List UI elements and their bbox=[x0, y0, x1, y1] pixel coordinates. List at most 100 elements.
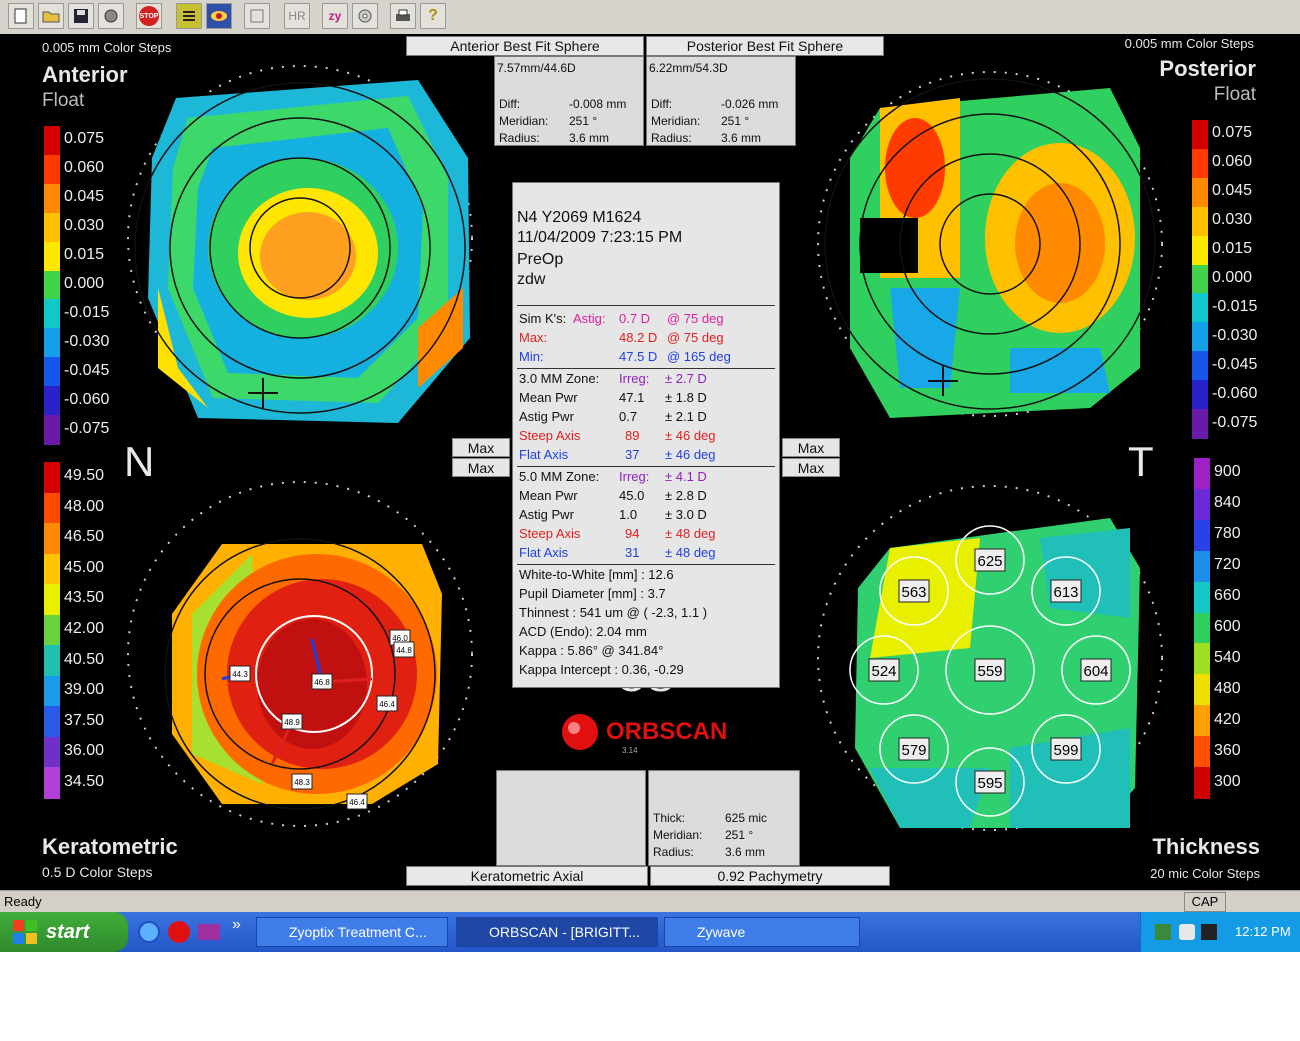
keratometric-scale-swatch bbox=[44, 645, 60, 677]
svg-text:625: 625 bbox=[977, 553, 1002, 570]
anterior-scale-tick: 0.060 bbox=[64, 159, 105, 177]
status-ready: Ready bbox=[4, 894, 42, 909]
anterior-scale-swatch bbox=[44, 357, 60, 388]
new-doc-icon[interactable] bbox=[8, 3, 34, 29]
svg-text:44.3: 44.3 bbox=[232, 670, 248, 679]
print-setup-icon[interactable] bbox=[98, 3, 124, 29]
keratometric-value-label: 44.3 bbox=[229, 665, 251, 682]
keratometric-scale-tick: 48.00 bbox=[64, 497, 105, 515]
zywave-quick-icon[interactable] bbox=[198, 924, 220, 940]
save-disk-icon[interactable] bbox=[68, 3, 94, 29]
anterior-scale-tick: 0.075 bbox=[64, 130, 105, 148]
posterior-scale-tick: 0.015 bbox=[1212, 240, 1253, 258]
anterior-scale-swatch bbox=[44, 299, 60, 330]
thick-radius-label: Radius: bbox=[653, 845, 694, 859]
posterior-scale-tick: -0.060 bbox=[1212, 384, 1258, 402]
thickness-scale-tick: 660 bbox=[1214, 587, 1241, 605]
keratometric-value-label: 46.4 bbox=[346, 793, 368, 810]
list-icon[interactable] bbox=[176, 3, 202, 29]
posterior-scale-swatch bbox=[1192, 264, 1208, 295]
thickness-scale-tick: 900 bbox=[1214, 463, 1241, 481]
anterior-scale-tick: -0.075 bbox=[64, 419, 110, 437]
thick-radius: 3.6 mm bbox=[725, 845, 766, 859]
pupil-diameter: Pupil Diameter [mm] : 3.7 bbox=[519, 586, 666, 601]
anterior-float-map[interactable] bbox=[118, 38, 484, 440]
svg-text:595: 595 bbox=[977, 775, 1002, 792]
status-bar: Ready CAP bbox=[0, 890, 1300, 913]
svg-text:559: 559 bbox=[977, 663, 1002, 680]
thickness-pachymetry-map[interactable]: 625 563 613 524 559 604 579 599 595 bbox=[810, 468, 1172, 848]
anterior-scale-tick: -0.015 bbox=[64, 303, 110, 321]
keratometric-value-label: 46.4 bbox=[376, 695, 398, 712]
open-folder-icon[interactable] bbox=[38, 3, 64, 29]
help-button[interactable]: ? bbox=[420, 3, 446, 29]
taskbar: start » Zyoptix Treatment C... ORBSCAN -… bbox=[0, 912, 1300, 952]
task-zywave[interactable]: Zywave bbox=[664, 917, 860, 947]
anterior-info-box: 7.57mm/44.6D Diff: -0.008 mm Meridian: 2… bbox=[494, 56, 644, 146]
toolbar: STOP HR zy ? bbox=[0, 0, 1300, 35]
quick-launch-chevron[interactable]: » bbox=[232, 916, 241, 934]
thickness-scale-tick: 840 bbox=[1214, 494, 1241, 512]
posterior-title: Posterior bbox=[1159, 56, 1256, 81]
network-icon[interactable] bbox=[1155, 924, 1171, 940]
start-button[interactable]: start bbox=[0, 912, 128, 952]
posterior-radius: 3.6 mm bbox=[721, 131, 762, 145]
system-tray: 12:12 PM bbox=[1140, 912, 1300, 952]
posterior-scale-tick: -0.075 bbox=[1212, 413, 1258, 431]
display-icon[interactable] bbox=[1201, 924, 1217, 940]
thickness-scale-tick: 540 bbox=[1214, 648, 1241, 666]
stop-button[interactable]: STOP bbox=[136, 3, 162, 29]
exam-operator: zdw bbox=[517, 271, 546, 288]
keratometric-info-box bbox=[496, 770, 646, 866]
main-display: 0.005 mm Color Steps Anterior Float 0.00… bbox=[0, 34, 1300, 890]
anterior-scale-swatch bbox=[44, 212, 60, 243]
keratometric-scale-swatch bbox=[44, 706, 60, 738]
anterior-scale-swatch bbox=[44, 183, 60, 214]
posterior-float-map[interactable] bbox=[810, 48, 1172, 442]
keratometric-scale-tick: 36.00 bbox=[64, 742, 105, 760]
keratometric-scale-tick: 43.50 bbox=[64, 589, 105, 607]
orbscan-logo: ORBSCAN 3.14 bbox=[560, 710, 740, 755]
panel-icon[interactable] bbox=[244, 3, 270, 29]
orbscan-quick-icon[interactable] bbox=[168, 921, 190, 943]
security-icon[interactable] bbox=[1179, 924, 1195, 940]
printer-icon[interactable] bbox=[390, 3, 416, 29]
zy-button[interactable]: zy bbox=[322, 3, 348, 29]
thickness-value-label: 599 bbox=[1050, 737, 1082, 761]
anterior-scale-tick: 0.000 bbox=[64, 275, 105, 292]
anterior-title: Anterior bbox=[42, 62, 128, 87]
thickness-value-label: 559 bbox=[974, 658, 1006, 682]
thickness-scale-tick: 720 bbox=[1214, 556, 1241, 574]
thickness-scale-swatch bbox=[1194, 674, 1210, 707]
anterior-radius: 3.6 mm bbox=[569, 131, 610, 145]
orbscan-version: 3.14 bbox=[622, 746, 638, 755]
cd-icon[interactable] bbox=[352, 3, 378, 29]
anterior-diff: -0.008 mm bbox=[569, 97, 627, 111]
thickness-scale-swatch bbox=[1194, 736, 1210, 769]
thickness-color-steps: 20 mic Color Steps bbox=[1150, 866, 1260, 881]
start-label: start bbox=[46, 921, 90, 943]
eye-icon[interactable] bbox=[206, 3, 232, 29]
thickness-value-label: 563 bbox=[898, 579, 930, 603]
keratometric-value-label: 46.8 bbox=[311, 673, 333, 690]
posterior-scale-swatch bbox=[1192, 235, 1208, 266]
thickness-scale-swatch bbox=[1194, 612, 1210, 645]
task-orbscan[interactable]: ORBSCAN - [BRIGITT... bbox=[456, 917, 658, 947]
anterior-scale-tick: -0.060 bbox=[64, 390, 110, 408]
max-button-anterior[interactable]: Max bbox=[452, 438, 510, 457]
keratometric-axial-map[interactable]: 44.346.848.946.446.044.848.346.4 bbox=[122, 464, 482, 844]
keratometric-scale-swatch bbox=[44, 584, 60, 616]
anterior-meridian-label: Meridian: bbox=[499, 114, 549, 128]
exam-status: PreOp bbox=[517, 251, 564, 268]
exam-id: N4 Y2069 M1624 bbox=[517, 209, 642, 226]
thickness-value-label: 579 bbox=[898, 737, 930, 761]
task-zyoptix[interactable]: Zyoptix Treatment C... bbox=[256, 917, 448, 947]
help-label: ? bbox=[428, 7, 438, 24]
svg-text:613: 613 bbox=[1053, 584, 1078, 601]
posterior-scale-swatch bbox=[1192, 206, 1208, 237]
thickness-value-label: 524 bbox=[868, 658, 900, 682]
svg-text:46.4: 46.4 bbox=[349, 798, 365, 807]
ie-icon[interactable] bbox=[138, 921, 160, 943]
pachymetry-header: 0.92 Pachymetry bbox=[650, 866, 890, 886]
hr-button[interactable]: HR bbox=[284, 3, 310, 29]
